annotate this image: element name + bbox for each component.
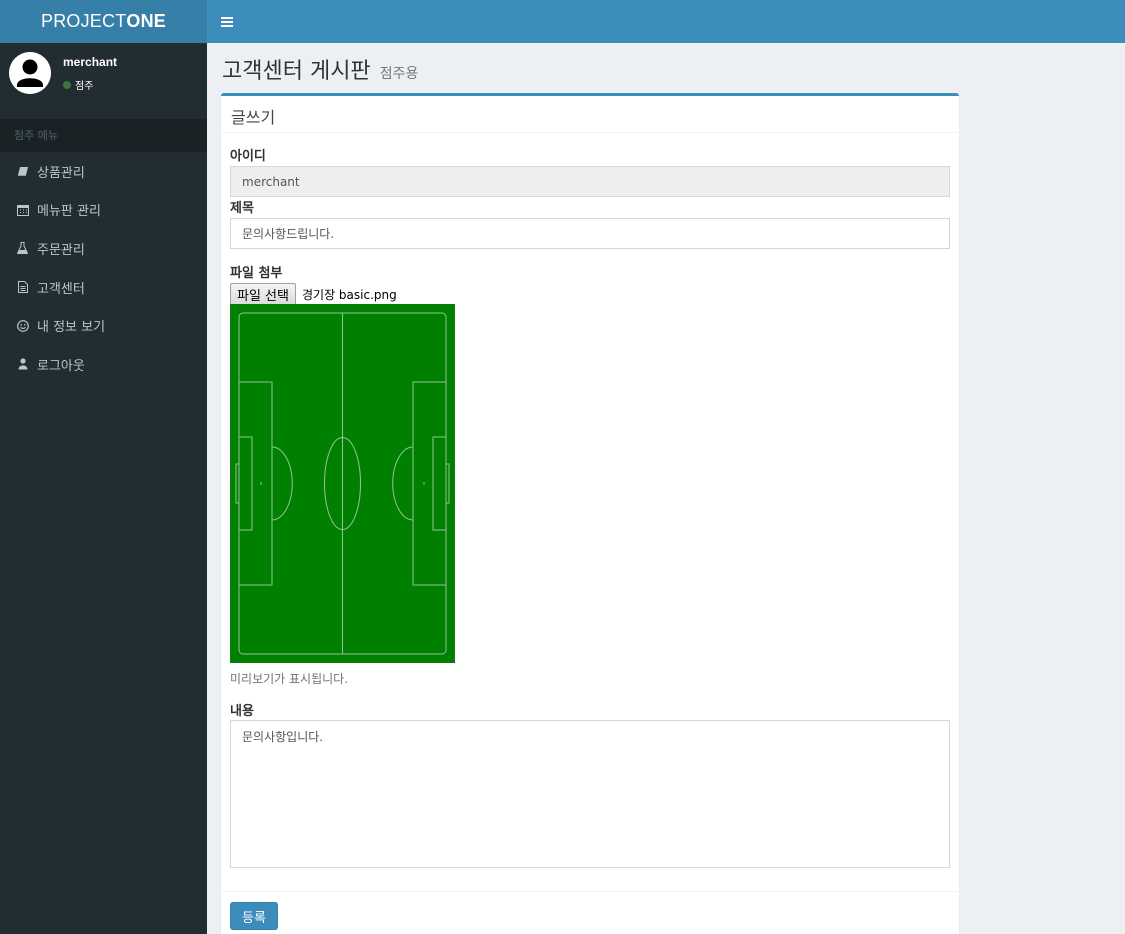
document-icon	[16, 281, 29, 294]
sidebar-item-products[interactable]: 상품관리	[0, 152, 207, 191]
id-label: 아이디	[230, 149, 266, 164]
calendar-icon	[16, 203, 29, 216]
sidebar-toggle-button[interactable]	[207, 0, 247, 43]
sidebar: merchant 점주 점주 메뉴 상품관리 메뉴판 관리 주문관리 고객센터 …	[0, 43, 207, 934]
hamburger-icon	[221, 16, 233, 27]
sidebar-item-label: 고객센터	[37, 281, 85, 297]
sidebar-item-menu-board[interactable]: 메뉴판 관리	[0, 191, 207, 230]
submit-button[interactable]: 등록	[230, 902, 278, 930]
user-name: merchant	[63, 55, 118, 69]
sidebar-item-customer-center[interactable]: 고객센터	[0, 268, 207, 307]
user-panel: merchant 점주	[0, 43, 207, 119]
user-role: 점주	[75, 81, 94, 92]
content-header: 고객센터 게시판 점주용	[222, 53, 418, 85]
box-footer: 등록	[221, 891, 959, 934]
sidebar-item-label: 주문관리	[37, 242, 85, 258]
id-field: merchant	[230, 166, 950, 197]
user-avatar-icon	[9, 52, 51, 94]
subject-input[interactable]: 문의사항드립니다.	[230, 218, 950, 249]
file-select-button[interactable]: 파일 선택	[230, 283, 296, 305]
image-preview	[229, 303, 456, 664]
preview-help-text: 미리보기가 표시됩니다.	[230, 672, 349, 686]
sidebar-item-label: 메뉴판 관리	[37, 204, 101, 220]
top-navbar: PROJECT ONE	[0, 0, 1125, 43]
page-subtitle: 점주용	[379, 66, 419, 82]
file-name: 경기장 basic.png	[302, 288, 397, 302]
subject-label: 제목	[230, 201, 254, 216]
sidebar-item-label: 상품관리	[37, 165, 85, 181]
content-label: 내용	[230, 704, 254, 719]
book-icon	[16, 165, 29, 178]
logo-text-regular: PROJECT	[40, 11, 127, 31]
file-label: 파일 첨부	[230, 266, 283, 281]
sidebar-item-logout[interactable]: 로그아웃	[0, 345, 207, 384]
online-status-dot-icon	[63, 80, 71, 89]
sidebar-item-label: 내 정보 보기	[37, 320, 106, 336]
flask-icon	[16, 242, 29, 255]
write-form-box: 글쓰기 아이디 merchant 제목 문의사항드립니다. 파일 첨부 파일 선…	[221, 93, 959, 934]
logo-text-bold: ONE	[126, 11, 166, 31]
sidebar-section-header: 점주 메뉴	[0, 119, 207, 152]
user-status: 점주	[63, 77, 93, 92]
soccer-pitch-image	[229, 303, 456, 664]
user-icon	[16, 358, 29, 371]
page-title: 고객센터 게시판	[222, 59, 371, 84]
sidebar-menu: 상품관리 메뉴판 관리 주문관리 고객센터 내 정보 보기 로그아웃	[0, 152, 207, 384]
smile-icon	[16, 319, 29, 332]
box-title: 글쓰기	[221, 96, 959, 133]
avatar	[9, 52, 51, 94]
content-textarea[interactable]: 문의사항입니다.	[230, 720, 950, 868]
sidebar-item-orders[interactable]: 주문관리	[0, 229, 207, 268]
sidebar-item-my-info[interactable]: 내 정보 보기	[0, 306, 207, 345]
sidebar-item-label: 로그아웃	[37, 358, 85, 374]
logo[interactable]: PROJECT ONE	[0, 0, 207, 43]
